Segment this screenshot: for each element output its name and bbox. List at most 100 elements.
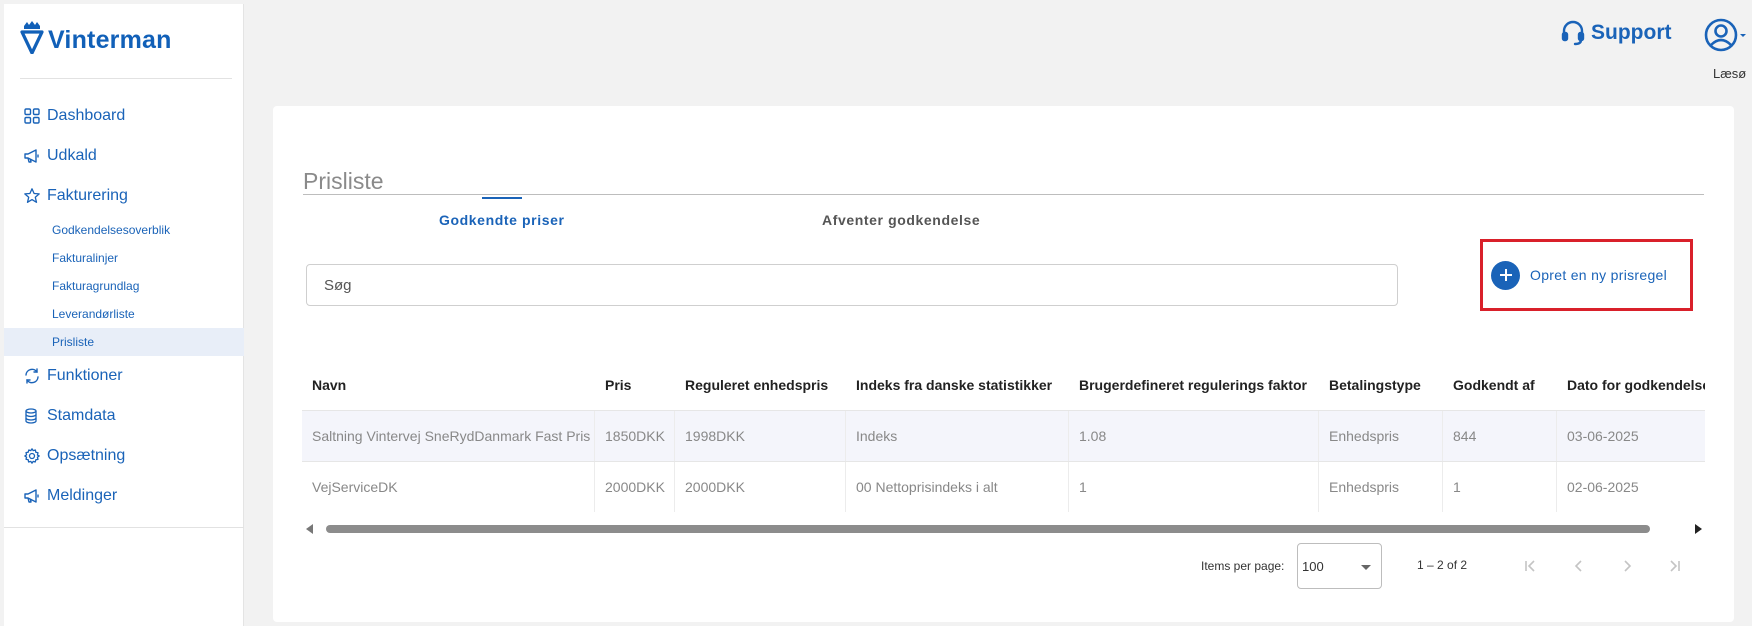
next-page-button[interactable]: [1617, 557, 1637, 575]
sidebar-subitem-label: Leverandørliste: [52, 307, 135, 321]
price-table: Navn Pris Reguleret enhedspris Indeks fr…: [302, 360, 1705, 512]
tab-godkendte-priser[interactable]: Godkendte priser: [439, 212, 565, 228]
sidebar-subitem-fakturalinjer[interactable]: Fakturalinjer: [4, 244, 244, 272]
sidebar-item-opsaetning[interactable]: Opsætning: [4, 436, 244, 476]
sidebar-subitem-label: Fakturalinjer: [52, 251, 119, 265]
brand-name: Vinterman: [48, 26, 172, 54]
table-cell: 2000DKK: [675, 462, 846, 512]
last-page-icon: [1670, 560, 1680, 572]
sidebar-subitem-godkendelsesoverblik[interactable]: Godkendelsesoverblik: [4, 216, 244, 244]
items-per-page-select[interactable]: 100: [1297, 543, 1382, 589]
plus-icon: [1491, 260, 1520, 290]
column-header[interactable]: Betalingstype: [1319, 377, 1443, 393]
sidebar-subitem-label: Godkendelsesoverblik: [52, 223, 171, 237]
gear-icon: [24, 448, 40, 464]
sidebar-item-label: Dashboard: [47, 107, 126, 124]
sidebar-subitem-prisliste[interactable]: Prisliste: [4, 328, 244, 356]
previous-page-button[interactable]: [1569, 557, 1589, 575]
sidebar: Vinterman Dashboard Udkald Fakturering G…: [4, 4, 244, 626]
page-title: Prisliste: [303, 168, 384, 194]
column-header[interactable]: Navn: [302, 377, 595, 393]
sidebar-subitem-fakturagrundlag[interactable]: Fakturagrundlag: [4, 272, 244, 300]
megaphone-icon: [24, 149, 39, 163]
table-row[interactable]: Saltning Vintervej SneRydDanmark Fast Pr…: [302, 410, 1705, 461]
table-cell: VejServiceDK: [302, 462, 595, 512]
tab-afventer-godkendelse[interactable]: Afventer godkendelse: [822, 212, 980, 228]
items-per-page-value: 100: [1302, 558, 1324, 574]
table-cell: Enhedspris: [1319, 411, 1443, 461]
sidebar-subitem-label: Prisliste: [52, 335, 95, 349]
user-avatar-icon: [1704, 18, 1738, 52]
horizontal-scrollbar[interactable]: [306, 522, 1702, 536]
refresh-icon: [25, 368, 39, 384]
sidebar-item-stamdata[interactable]: Stamdata: [4, 396, 244, 436]
sidebar-subitem-leverandorliste[interactable]: Leverandørliste: [4, 300, 244, 328]
table-cell: 1: [1443, 462, 1557, 512]
chevron-right-icon: [1624, 560, 1632, 572]
sidebar-item-label: Stamdata: [47, 407, 116, 424]
column-header[interactable]: Reguleret enhedspris: [675, 377, 846, 393]
sidebar-item-label: Meldinger: [47, 487, 118, 504]
sidebar-item-fakturering[interactable]: Fakturering: [4, 176, 244, 216]
table-cell: 1998DKK: [675, 411, 846, 461]
scroll-left-icon[interactable]: [306, 524, 313, 534]
last-page-button[interactable]: [1664, 557, 1684, 575]
support-label: Support: [1591, 21, 1672, 44]
headset-icon: [1561, 20, 1585, 46]
active-tab-indicator: [482, 197, 522, 199]
table-cell: 02-06-2025: [1567, 479, 1639, 495]
sidebar-item-label: Udkald: [47, 147, 97, 164]
sidebar-item-label: Opsætning: [47, 447, 126, 464]
sidebar-item-udkald[interactable]: Udkald: [4, 136, 244, 176]
table-cell: 1: [1069, 462, 1319, 512]
user-label: Læsø: [1713, 66, 1747, 81]
table-row[interactable]: VejServiceDK 2000DKK 2000DKK 00 Nettopri…: [302, 461, 1705, 512]
column-header[interactable]: Dato for godkendelse: [1557, 377, 1705, 393]
first-page-icon: [1525, 560, 1535, 572]
table-cell: 03-06-2025: [1567, 428, 1639, 444]
table-cell: Saltning Vintervej SneRydDanmark Fast Pr…: [302, 411, 595, 461]
table-cell: 2000DKK: [595, 462, 675, 512]
chevron-left-icon: [1574, 560, 1582, 572]
brand-logo[interactable]: Vinterman: [20, 20, 172, 54]
table-cell: 1850DKK: [595, 411, 675, 461]
chevron-down-icon: [1740, 34, 1746, 37]
column-header[interactable]: Pris: [595, 377, 675, 393]
column-header[interactable]: Indeks fra danske statistikker: [846, 377, 1069, 393]
crown-logo-icon: [20, 21, 44, 54]
table-cell: Indeks: [846, 411, 1069, 461]
sidebar-item-label: Fakturering: [47, 187, 128, 204]
table-header-row: Navn Pris Reguleret enhedspris Indeks fr…: [302, 360, 1705, 410]
sidebar-item-meldinger[interactable]: Meldinger: [4, 476, 244, 516]
table-cell: 1.08: [1069, 411, 1319, 461]
sidebar-nav: Dashboard Udkald Fakturering Godkendelse…: [4, 96, 244, 516]
divider: [20, 78, 232, 79]
sidebar-item-label: Funktioner: [47, 367, 123, 384]
column-header[interactable]: Brugerdefineret regulerings faktor: [1069, 377, 1319, 393]
chevron-down-icon: [1361, 565, 1371, 570]
sidebar-subitem-label: Fakturagrundlag: [52, 279, 140, 293]
grid-icon: [24, 108, 40, 124]
star-icon: [24, 188, 40, 203]
table-cell: Enhedspris: [1319, 462, 1443, 512]
sidebar-item-dashboard[interactable]: Dashboard: [4, 96, 244, 136]
sidebar-item-funktioner[interactable]: Funktioner: [4, 356, 244, 396]
megaphone-icon: [24, 489, 39, 503]
paginator-range: 1 – 2 of 2: [1417, 558, 1468, 572]
column-header[interactable]: Godkendt af: [1443, 377, 1557, 393]
divider: [4, 527, 244, 528]
user-menu[interactable]: [1704, 18, 1748, 52]
search-input[interactable]: [306, 264, 1398, 306]
create-price-rule-label: Opret en ny prisregel: [1530, 267, 1668, 283]
scroll-right-icon[interactable]: [1695, 524, 1702, 534]
scrollbar-thumb[interactable]: [326, 525, 1650, 533]
table-cell: 00 Nettoprisindeks i alt: [846, 462, 1069, 512]
items-per-page-label: Items per page:: [1201, 559, 1285, 573]
database-icon: [25, 408, 37, 424]
support-link[interactable]: Support: [1561, 20, 1671, 46]
table-cell: 844: [1443, 411, 1557, 461]
divider: [303, 194, 1704, 195]
create-price-rule-button[interactable]: Opret en ny prisregel: [1480, 239, 1693, 311]
main-card: Prisliste Godkendte priser Afventer godk…: [273, 106, 1734, 622]
first-page-button[interactable]: [1521, 557, 1541, 575]
